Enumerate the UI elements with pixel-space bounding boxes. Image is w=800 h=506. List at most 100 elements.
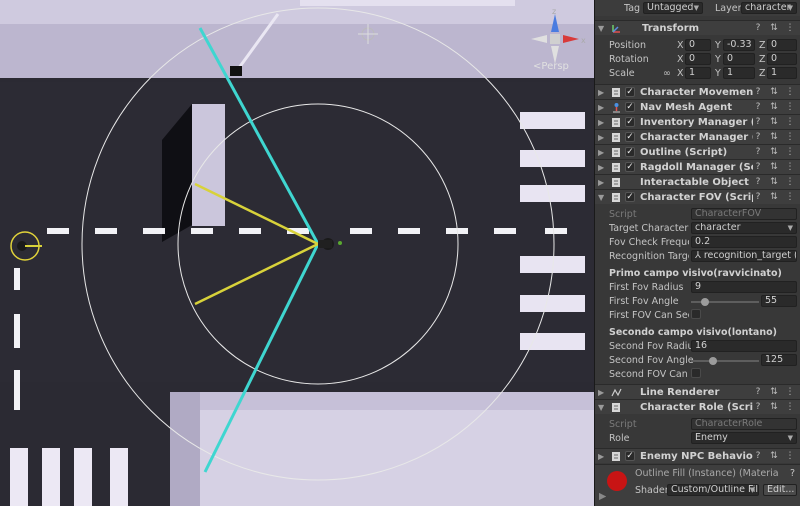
help-icon[interactable]: ? bbox=[753, 87, 763, 97]
enable-checkbox[interactable]: ✓ bbox=[625, 117, 635, 127]
enable-checkbox[interactable]: ✓ bbox=[625, 451, 635, 461]
kebab-menu-icon[interactable]: ⋮ bbox=[785, 23, 795, 33]
tag-dropdown[interactable]: Untagged ▼ bbox=[643, 2, 703, 14]
component-outline[interactable]: ▶ ✓ Outline (Script) ? ⇅ ⋮ bbox=[595, 144, 800, 159]
help-icon[interactable]: ? bbox=[753, 117, 763, 127]
first-fov-see-checkbox[interactable] bbox=[691, 309, 701, 319]
help-icon[interactable]: ? bbox=[790, 468, 795, 479]
first-fov-angle-field[interactable]: 55 bbox=[761, 295, 797, 307]
gizmo-z-arrow-icon[interactable] bbox=[551, 14, 559, 32]
enable-checkbox[interactable]: ✓ bbox=[625, 102, 635, 112]
fold-arrow-icon[interactable]: ▶ bbox=[598, 452, 608, 461]
help-icon[interactable]: ? bbox=[753, 402, 763, 412]
component-line-renderer[interactable]: ▶ Line Renderer ? ⇅ ⋮ bbox=[595, 384, 800, 399]
help-icon[interactable]: ? bbox=[753, 23, 763, 33]
kebab-menu-icon[interactable]: ⋮ bbox=[785, 387, 795, 397]
preset-icon[interactable]: ⇅ bbox=[769, 387, 779, 397]
fold-arrow-icon[interactable]: ▼ bbox=[598, 193, 608, 202]
shader-dropdown[interactable]: Custom/Outline Fill ▼ bbox=[667, 484, 759, 496]
fov-check-frequency-field[interactable]: 0.2 bbox=[691, 236, 797, 248]
component-character-role[interactable]: ▼ Character Role (Script) ? ⇅ ⋮ bbox=[595, 399, 800, 414]
component-inventory-manager[interactable]: ▶ ✓ Inventory Manager (Script) ? ⇅ ⋮ bbox=[595, 114, 800, 129]
component-nav-mesh-agent[interactable]: ▶ ✓ Nav Mesh Agent ? ⇅ ⋮ bbox=[595, 99, 800, 114]
second-fov-angle-field[interactable]: 125 bbox=[761, 354, 797, 366]
second-fov-angle-slider[interactable] bbox=[691, 357, 759, 365]
kebab-menu-icon[interactable]: ⋮ bbox=[785, 132, 795, 142]
fold-arrow-icon[interactable]: ▶ bbox=[598, 133, 608, 142]
kebab-menu-icon[interactable]: ⋮ bbox=[785, 87, 795, 97]
target-character-dropdown[interactable]: character ▼ bbox=[691, 222, 797, 234]
kebab-menu-icon[interactable]: ⋮ bbox=[785, 117, 795, 127]
scale-y-field[interactable]: 1 bbox=[723, 67, 755, 79]
component-interactable-object[interactable]: ▶ Interactable Object (Script) ? ⇅ ⋮ bbox=[595, 174, 800, 189]
scale-x-field[interactable]: 1 bbox=[685, 67, 711, 79]
component-enemy-npc-behaviour[interactable]: ▶ ✓ Enemy NPC Behaviour (Script ? ⇅ ⋮ bbox=[595, 448, 800, 463]
kebab-menu-icon[interactable]: ⋮ bbox=[785, 402, 795, 412]
slider-knob[interactable] bbox=[709, 357, 717, 365]
first-fov-radius-field[interactable]: 9 bbox=[691, 281, 797, 293]
preset-icon[interactable]: ⇅ bbox=[769, 177, 779, 187]
second-fov-radius-field[interactable]: 16 bbox=[691, 340, 797, 352]
preset-icon[interactable]: ⇅ bbox=[769, 132, 779, 142]
position-z-field[interactable]: 0 bbox=[767, 39, 797, 51]
enable-checkbox[interactable]: ✓ bbox=[625, 147, 635, 157]
help-icon[interactable]: ? bbox=[753, 192, 763, 202]
kebab-menu-icon[interactable]: ⋮ bbox=[785, 147, 795, 157]
enable-checkbox[interactable]: ✓ bbox=[625, 192, 635, 202]
material-section[interactable]: Outline Fill (Instance) (Materia ? Shade… bbox=[595, 464, 800, 506]
fold-arrow-icon[interactable]: ▶ bbox=[598, 118, 608, 127]
position-x-field[interactable]: 0 bbox=[685, 39, 711, 51]
help-icon[interactable]: ? bbox=[753, 132, 763, 142]
recognition-target-field[interactable]: ⅄ recognition_target (Tr bbox=[691, 250, 797, 262]
help-icon[interactable]: ? bbox=[753, 177, 763, 187]
transform-header[interactable]: ▼ Transform ? ⇅ ⋮ bbox=[595, 20, 800, 35]
fold-arrow-icon[interactable]: ▶ bbox=[598, 388, 608, 397]
rotation-y-field[interactable]: 0 bbox=[723, 53, 755, 65]
fold-arrow-icon[interactable]: ▶ bbox=[598, 178, 608, 187]
fold-arrow-icon[interactable]: ▶ bbox=[599, 491, 606, 502]
scale-z-field[interactable]: 1 bbox=[767, 67, 797, 79]
gizmo-center-cube-icon[interactable] bbox=[550, 34, 560, 44]
layer-dropdown[interactable]: character ▼ bbox=[741, 2, 797, 14]
preset-icon[interactable]: ⇅ bbox=[769, 162, 779, 172]
fold-arrow-icon[interactable]: ▶ bbox=[598, 163, 608, 172]
scene-canvas[interactable] bbox=[0, 0, 594, 506]
enable-checkbox[interactable]: ✓ bbox=[625, 162, 635, 172]
preset-icon[interactable]: ⇅ bbox=[769, 23, 779, 33]
second-fov-see-checkbox[interactable] bbox=[691, 368, 701, 378]
preset-icon[interactable]: ⇅ bbox=[769, 451, 779, 461]
kebab-menu-icon[interactable]: ⋮ bbox=[785, 102, 795, 112]
component-character-fov[interactable]: ▼ ✓ Character FOV (Script) ? ⇅ ⋮ bbox=[595, 189, 800, 204]
kebab-menu-icon[interactable]: ⋮ bbox=[785, 162, 795, 172]
kebab-menu-icon[interactable]: ⋮ bbox=[785, 177, 795, 187]
enable-checkbox[interactable]: ✓ bbox=[625, 87, 635, 97]
fold-arrow-icon[interactable]: ▶ bbox=[598, 103, 608, 112]
gizmo-left-arrow-icon[interactable] bbox=[531, 35, 547, 43]
preset-icon[interactable]: ⇅ bbox=[769, 402, 779, 412]
enable-checkbox[interactable]: ✓ bbox=[625, 132, 635, 142]
rotation-z-field[interactable]: 0 bbox=[767, 53, 797, 65]
help-icon[interactable]: ? bbox=[753, 387, 763, 397]
help-icon[interactable]: ? bbox=[753, 147, 763, 157]
preset-icon[interactable]: ⇅ bbox=[769, 147, 779, 157]
fold-arrow-icon[interactable]: ▼ bbox=[598, 403, 608, 412]
fold-arrow-icon[interactable]: ▼ bbox=[598, 24, 608, 33]
preset-icon[interactable]: ⇅ bbox=[769, 102, 779, 112]
persp-toggle[interactable]: <Persp bbox=[530, 60, 572, 73]
preset-icon[interactable]: ⇅ bbox=[769, 192, 779, 202]
rotation-x-field[interactable]: 0 bbox=[685, 53, 711, 65]
fold-arrow-icon[interactable]: ▶ bbox=[598, 148, 608, 157]
fold-arrow-icon[interactable]: ▶ bbox=[598, 88, 608, 97]
gizmo-x-arrow-icon[interactable] bbox=[563, 35, 579, 43]
edit-shader-button[interactable]: Edit... bbox=[763, 484, 797, 496]
help-icon[interactable]: ? bbox=[753, 162, 763, 172]
preset-icon[interactable]: ⇅ bbox=[769, 87, 779, 97]
position-y-field[interactable]: -0.33 bbox=[723, 39, 755, 51]
slider-knob[interactable] bbox=[701, 298, 709, 306]
role-dropdown[interactable]: Enemy ▼ bbox=[691, 432, 797, 444]
component-ragdoll-manager[interactable]: ▶ ✓ Ragdoll Manager (Script) ? ⇅ ⋮ bbox=[595, 159, 800, 174]
help-icon[interactable]: ? bbox=[753, 451, 763, 461]
help-icon[interactable]: ? bbox=[753, 102, 763, 112]
first-fov-angle-slider[interactable] bbox=[691, 298, 759, 306]
component-character-manager[interactable]: ▶ ✓ Character Manager (Script) ? ⇅ ⋮ bbox=[595, 129, 800, 144]
